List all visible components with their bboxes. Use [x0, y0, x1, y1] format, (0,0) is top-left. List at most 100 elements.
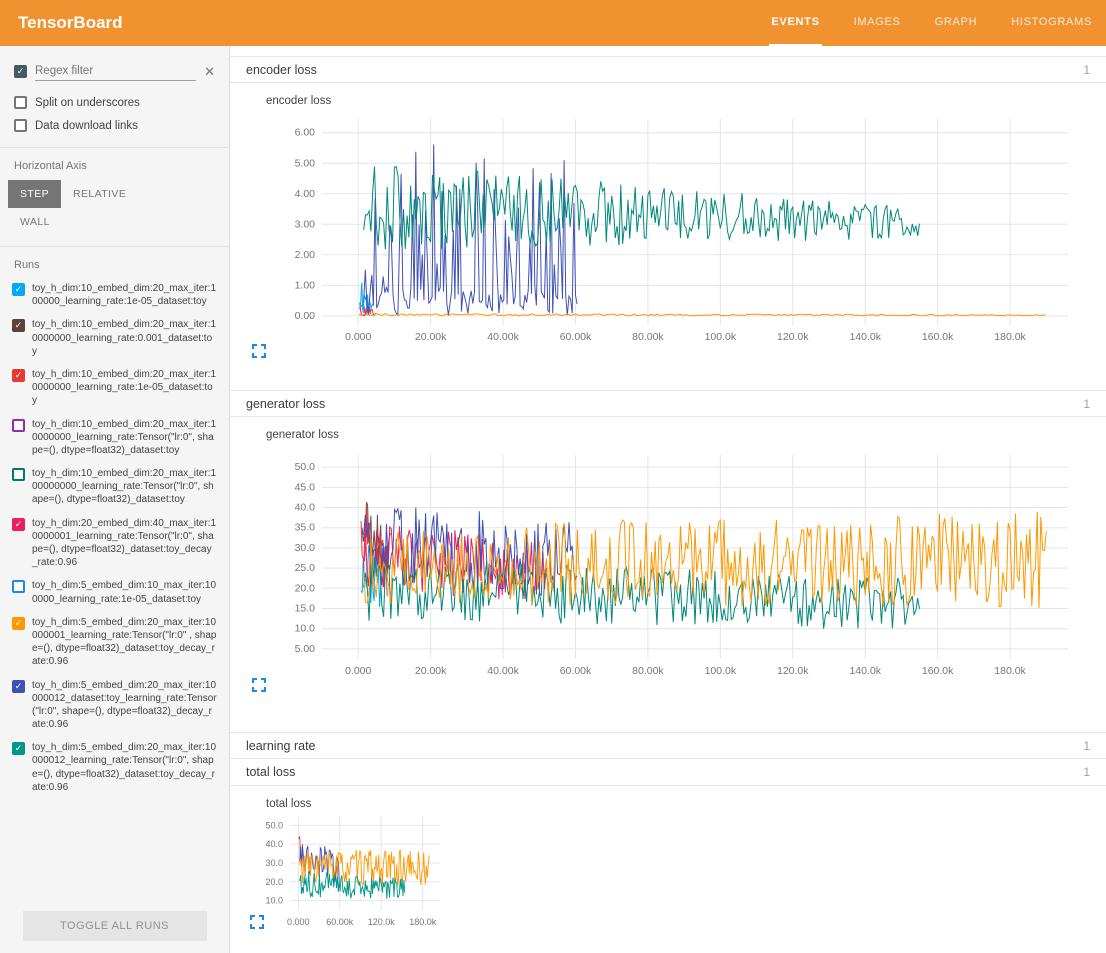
- option-checkbox-0[interactable]: [14, 96, 27, 109]
- svg-text:160.0k: 160.0k: [922, 331, 954, 343]
- svg-text:40.0: 40.0: [295, 502, 316, 514]
- run-row: ✓ toy_h_dim:5_embed_dim:20_max_iter:10000…: [0, 611, 229, 674]
- regex-filter-row: ✓ ✕: [0, 58, 229, 91]
- runs-label: Runs: [14, 259, 40, 271]
- expand-chart-icon[interactable]: [252, 678, 266, 692]
- option-label: Split on underscores: [35, 96, 140, 109]
- svg-text:20.00k: 20.00k: [415, 331, 447, 343]
- section-title: generator loss: [246, 396, 326, 411]
- svg-text:80.00k: 80.00k: [632, 331, 664, 343]
- svg-text:5.00: 5.00: [295, 157, 316, 169]
- axis-mode-wall[interactable]: WALL: [8, 208, 62, 236]
- svg-text:30.0: 30.0: [265, 858, 283, 868]
- run-checkbox-3[interactable]: [12, 418, 25, 432]
- run-checkbox-9[interactable]: ✓: [12, 742, 25, 756]
- run-label: toy_h_dim:5_embed_dim:20_max_iter:100000…: [32, 742, 216, 793]
- option-row: Split on underscores: [0, 91, 229, 114]
- run-label: toy_h_dim:10_embed_dim:20_max_iter:10000…: [32, 468, 216, 506]
- horizontal-axis-label: Horizontal Axis: [14, 160, 87, 172]
- svg-text:30.0: 30.0: [295, 542, 316, 554]
- svg-text:50.0: 50.0: [265, 820, 283, 830]
- run-label: toy_h_dim:10_embed_dim:20_max_iter:10000…: [32, 418, 216, 456]
- app-title: TensorBoard: [18, 13, 123, 32]
- run-row: ✓ toy_h_dim:5_embed_dim:20_max_iter:10000…: [0, 736, 229, 799]
- run-label: toy_h_dim:20_embed_dim:40_max_iter:10000…: [32, 517, 216, 569]
- svg-text:140.0k: 140.0k: [849, 331, 881, 343]
- toggle-all-runs-button[interactable]: TOGGLE ALL RUNS: [22, 911, 207, 941]
- run-checkbox-1[interactable]: ✓: [12, 319, 25, 333]
- svg-text:50.0: 50.0: [295, 461, 316, 473]
- dashboard: encoder loss 1 encoder loss 0.000 20.00k 4…: [230, 46, 1106, 953]
- run-checkbox-6[interactable]: [12, 580, 25, 594]
- option-checkbox-1[interactable]: [14, 119, 27, 132]
- run-label: toy_h_dim:5_embed_dim:10_max_iter:100000…: [32, 580, 216, 605]
- run-row: toy_h_dim:5_embed_dim:10_max_iter:100000…: [0, 574, 229, 610]
- svg-text:20.0: 20.0: [295, 582, 316, 594]
- run-row: ✓ toy_h_dim:5_embed_dim:20_max_iter:10000…: [0, 674, 229, 737]
- svg-text:5.00: 5.00: [295, 643, 316, 655]
- sidebar: ✓ ✕ Split on underscores Data download li…: [0, 46, 230, 953]
- run-label: toy_h_dim:5_embed_dim:20_max_iter:100000…: [32, 616, 217, 668]
- chart-title: encoder loss: [266, 95, 332, 107]
- svg-text:15.0: 15.0: [295, 603, 316, 615]
- option-label: Data download links: [35, 119, 138, 132]
- svg-text:0.00: 0.00: [295, 310, 316, 322]
- sidebar-options: Split on underscores Data download links: [0, 91, 229, 137]
- regex-filter-checkbox[interactable]: ✓: [14, 65, 27, 78]
- run-row: ✓ toy_h_dim:20_embed_dim:40_max_iter:1000…: [0, 512, 229, 575]
- section-header-total-loss[interactable]: total loss 1: [230, 759, 1106, 786]
- run-label: toy_h_dim:10_embed_dim:20_max_iter:10000…: [32, 319, 216, 357]
- svg-text:45.0: 45.0: [295, 481, 316, 493]
- run-checkbox-0[interactable]: ✓: [12, 283, 25, 296]
- chart-title: total loss: [266, 798, 312, 810]
- tensorboard-app: TensorBoard EVENTS IMAGES GRAPH HISTOGRAMS …: [0, 0, 1106, 953]
- run-row: ✓ toy_h_dim:10_embed_dim:20_max_iter:1000…: [0, 363, 229, 413]
- axis-mode-relative[interactable]: RELATIVE: [61, 180, 138, 208]
- generator-loss-chart[interactable]: 0.000 20.00k 40.00k 60.00k 80.00k 100.0k 120.0…: [244, 441, 1100, 693]
- run-row: ✓ toy_h_dim:10_embed_dim:20_max_iter:1000…: [0, 313, 229, 363]
- tab-graph[interactable]: GRAPH: [933, 0, 980, 46]
- run-checkbox-4[interactable]: [12, 468, 25, 482]
- chart-title: generator loss: [266, 429, 339, 441]
- section-title: encoder loss: [246, 62, 317, 77]
- section-header-generator-loss[interactable]: generator loss 1: [230, 390, 1106, 417]
- svg-text:180.0k: 180.0k: [994, 331, 1026, 343]
- encoder-loss-chart[interactable]: 0.000 20.00k 40.00k 60.00k 80.00k 100.0k 120.0…: [244, 107, 1100, 359]
- section-header-learning-rate[interactable]: learning rate 1: [230, 732, 1106, 759]
- expand-chart-icon[interactable]: [252, 344, 266, 358]
- axis-mode-step[interactable]: STEP: [8, 180, 62, 208]
- regex-filter-input[interactable]: [35, 62, 197, 81]
- svg-text:80.00k: 80.00k: [632, 665, 664, 677]
- run-checkbox-8[interactable]: ✓: [12, 679, 25, 693]
- total-loss-chart[interactable]: 0.000 60.00k 120.0k 180.0k 10.0 20.0 30.0 40.0 5…: [244, 810, 456, 934]
- expand-chart-icon[interactable]: [250, 915, 264, 929]
- series-run-teal: [363, 165, 920, 250]
- svg-text:10.0: 10.0: [265, 896, 283, 906]
- svg-text:60.00k: 60.00k: [326, 917, 354, 927]
- run-checkbox-2[interactable]: ✓: [12, 368, 25, 382]
- tab-events[interactable]: EVENTS: [769, 0, 822, 46]
- svg-text:2.00: 2.00: [295, 249, 316, 261]
- run-checkbox-5[interactable]: ✓: [12, 517, 25, 531]
- svg-text:6.00: 6.00: [295, 127, 316, 139]
- section-count: 1: [1083, 738, 1090, 753]
- sidebar-divider: [0, 246, 229, 247]
- generator-loss-chart-card: generator loss 0.000 20.00k 40.00k 60.00k 80…: [230, 417, 1106, 704]
- total-loss-chart-card: total loss 0.000 60.00k 120.0k 180.0k 10.0 20…: [230, 786, 1106, 945]
- run-row: toy_h_dim:10_embed_dim:20_max_iter:10000…: [0, 413, 229, 463]
- tab-images[interactable]: IMAGES: [852, 0, 903, 46]
- svg-text:120.0k: 120.0k: [777, 665, 809, 677]
- clear-filter-icon[interactable]: ✕: [204, 65, 215, 78]
- series-run-teal: [299, 871, 406, 899]
- run-checkbox-7[interactable]: ✓: [12, 616, 25, 630]
- tab-histograms[interactable]: HISTOGRAMS: [1009, 0, 1094, 46]
- svg-text:4.00: 4.00: [295, 188, 316, 200]
- section-header-encoder-loss[interactable]: encoder loss 1: [230, 56, 1106, 83]
- svg-text:40.00k: 40.00k: [487, 331, 519, 343]
- svg-text:0.000: 0.000: [287, 917, 310, 927]
- run-label: toy_h_dim:5_embed_dim:20_max_iter:100000…: [32, 679, 217, 731]
- option-row: Data download links: [0, 114, 229, 137]
- svg-text:100.0k: 100.0k: [705, 331, 737, 343]
- run-row: toy_h_dim:10_embed_dim:20_max_iter:10000…: [0, 462, 229, 512]
- svg-text:40.0: 40.0: [265, 839, 283, 849]
